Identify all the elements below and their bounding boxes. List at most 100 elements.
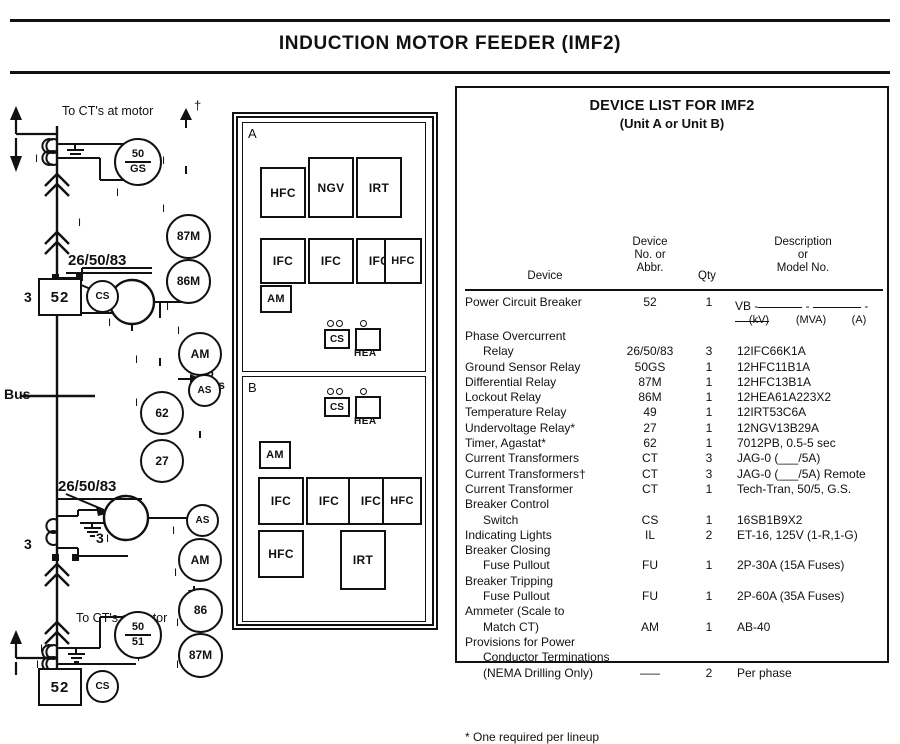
row-description: 12NGV13B29A [737,420,820,435]
table-row: Ammeter (Scale to [457,604,887,619]
table-row: Breaker Closing [457,543,887,558]
unit-a-device-ifc-1[interactable]: IFC [260,238,306,284]
table-row: Match CT) AM 1 AB-40 [457,620,887,635]
unit-b-device-ifc-1[interactable]: IFC [258,477,304,525]
column-header-device: Device [527,270,563,282]
row-device-number: FU [642,558,658,573]
unit-b-device-am[interactable]: AM [259,441,291,469]
row-description: JAG-0 (___/5A) Remote [737,466,866,481]
unit-b-device-ifc-2[interactable]: IFC [306,477,352,525]
label-phase-count-mid-a: 3 [24,289,32,305]
row-device-name: Breaker Closing [465,543,551,558]
table-row: Current Transformer CT 1 Tech-Tran, 50/5, G… [457,482,887,497]
unit-a-device-ngv[interactable]: NGV [308,157,354,218]
row-device-name: (NEMA Drilling Only) [483,665,594,680]
unit-b-control-switch-cs[interactable]: CS [324,397,350,417]
row-description-breaker-units: (kV) (MVA) (A) [735,314,879,326]
unit-b-letter: B [248,380,257,395]
svg-text:I: I [166,301,169,313]
svg-text:I: I [162,203,165,215]
row-description: Tech-Tran, 50/5, G.S. [737,481,852,496]
row-qty: 1 [705,512,713,527]
relay-5051-top: 50 [131,621,145,634]
svg-text:I: I [172,525,175,537]
unit-kv: (kV) [748,314,770,326]
row-description: 12HFC11B1A [737,359,811,374]
row-device-number: FU [642,589,658,604]
unit-b-indicator-light-1 [327,388,334,395]
row-device-name: Fuse Pullout [483,558,550,573]
title-rule-bottom [10,71,890,74]
page-title: INDUCTION MOTOR FEEDER (IMF2) [278,33,622,54]
unit-a-device-am[interactable]: AM [260,285,292,313]
svg-text:I: I [174,567,177,579]
unit-b-device-irt[interactable]: IRT [340,530,386,590]
unit-a-device-ifc-2[interactable]: IFC [308,238,354,284]
row-device-name: Breaker Control [465,497,550,512]
unit-b-indicator-light-3 [360,388,367,395]
row-qty: 1 [705,390,713,405]
row-device-name: Breaker Tripping [465,573,554,588]
row-device-name: Phase Overcurrent [465,329,566,343]
table-row: Breaker Control [457,497,887,512]
row-qty: 1 [705,405,713,420]
row-qty: 1 [705,481,713,496]
relay-50gs-bottom: GS [130,162,146,175]
unit-a-control-switch-cs[interactable]: CS [324,329,350,349]
row-device-number: 86M [638,390,662,405]
row-device-number: CT [642,466,658,481]
unit-a-indicator-light-3 [360,320,367,327]
row-description: 12IFC66K1A [737,344,806,359]
svg-text:I: I [106,533,109,545]
row-device-number: 49 [643,405,657,420]
row-device-number: 52 [643,295,657,309]
unit-b-hea-label: HEA [354,416,377,427]
row-qty: 1 [705,295,713,309]
row-qty: 1 [705,374,713,389]
row-description: AB-40 [737,619,771,634]
unit-a-device-irt[interactable]: IRT [356,157,402,218]
row-qty: 1 [705,436,713,451]
overcurrent-bottom-underline [56,498,142,500]
unit-a-device-hfc-2[interactable]: HFC [384,238,422,284]
row-device-number: CS [641,512,659,527]
table-row: Current Transformers CT 3 JAG-0 (___/5A) [457,451,887,466]
row-device-number: CT [642,451,658,466]
unit-a-device-hfc-1[interactable]: HFC [260,167,306,218]
dagger-marker-top: † [194,98,202,113]
ammeter-switch-as-bottom: AS [186,504,219,537]
row-device-name: Power Circuit Breaker [465,295,582,309]
unit-a-indicator-light-1 [327,320,334,327]
relay-86-bottom: 86 [178,588,223,633]
unit-mva: (MVA) [795,314,827,326]
unit-b-device-hfc-1[interactable]: HFC [382,477,422,525]
svg-text:I: I [78,217,81,229]
row-description: JAG-0 (___/5A) [737,451,821,466]
row-device-number: 26/50/83 [626,344,674,359]
column-header-description: Description or Model No. [774,236,832,274]
relay-5051-bottom: 51 [131,635,145,648]
ammeter-am-bottom: AM [178,538,222,582]
row-description: 12HEA61A223X2 [737,390,832,405]
svg-text:I: I [116,187,119,199]
table-row: Undervoltage Relay* 27 1 12NGV13B29A [457,421,887,436]
row-device-name: Indicating Lights [465,527,552,542]
table-row: Provisions for Power [457,635,887,650]
row-description: Per phase [737,665,792,680]
row-qty: 1 [705,558,713,573]
row-device-name: Fuse Pullout [483,589,550,604]
row-description: 16SB1B9X2 [737,512,803,527]
device-list-table: DEVICE LIST FOR IMF2 (Unit A or Unit B) … [455,86,889,744]
device-list-footnote: * One required per lineup [465,730,600,744]
table-row: Relay 26/50/83 3 12IFC66K1A [457,344,887,359]
row-device-name: Relay [483,344,514,359]
overcurrent-top-underline [66,272,152,274]
row-device-name: Temperature Relay [465,405,567,420]
unit-b-indicator-light-2 [336,388,343,395]
row-qty: 1 [705,359,713,374]
ammeter-switch-as-top: AS [188,374,221,407]
table-row: Ground Sensor Relay 50GS 1 12HFC11B1A [457,360,887,375]
svg-text:I: I [135,354,138,366]
svg-text:I: I [135,397,138,409]
unit-b-device-hfc-2[interactable]: HFC [258,530,304,578]
